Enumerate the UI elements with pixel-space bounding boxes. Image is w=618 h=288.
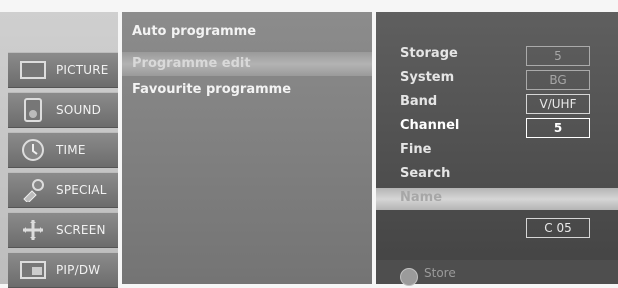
menu-item-screen[interactable]: SCREEN	[8, 212, 118, 248]
submenu-item-auto-programme[interactable]: Auto programme	[132, 24, 256, 39]
picture-icon	[18, 58, 48, 82]
menu-item-label: TIME	[56, 143, 86, 157]
detail-panel: Storage 5 System BG Band V/UHF Channel 5…	[376, 12, 618, 286]
menu-item-label: SOUND	[56, 103, 102, 117]
screen-icon	[18, 218, 48, 242]
search-label[interactable]: Search	[400, 166, 450, 181]
menu-item-time[interactable]: TIME	[8, 132, 118, 168]
channel-label: Channel	[400, 118, 460, 133]
menu-item-label: SCREEN	[56, 223, 106, 237]
time-icon	[18, 138, 48, 162]
tv-osd-menu: PICTURE SOUND TIME SPECIAL SCREEN PIP/DW…	[0, 0, 618, 288]
store-label[interactable]: Store	[424, 266, 456, 280]
sound-icon	[18, 98, 48, 122]
menu-item-label: SPECIAL	[56, 183, 107, 197]
system-label: System	[400, 70, 455, 85]
storage-value[interactable]: 5	[526, 46, 590, 66]
menu-item-sound[interactable]: SOUND	[8, 92, 118, 128]
name-value[interactable]: C 05	[526, 218, 590, 238]
submenu-item-programme-edit[interactable]: Programme edit	[132, 56, 251, 71]
menu-item-label: PICTURE	[56, 63, 109, 77]
system-value[interactable]: BG	[526, 70, 590, 90]
band-value[interactable]: V/UHF	[526, 94, 590, 114]
sub-menu-panel: Auto programme Programme edit Favourite …	[122, 12, 372, 284]
special-icon	[18, 178, 48, 202]
band-label: Band	[400, 94, 438, 109]
store-button-icon[interactable]	[400, 268, 418, 286]
menu-item-picture[interactable]: PICTURE	[8, 52, 118, 88]
pip-icon	[18, 258, 48, 282]
storage-label: Storage	[400, 46, 458, 61]
menu-item-special[interactable]: SPECIAL	[8, 172, 118, 208]
name-label[interactable]: Name	[400, 190, 442, 205]
submenu-item-favourite-programme[interactable]: Favourite programme	[132, 82, 291, 97]
channel-value[interactable]: 5	[526, 118, 590, 138]
main-menu-sidebar: PICTURE SOUND TIME SPECIAL SCREEN PIP/DW	[0, 12, 118, 288]
fine-label[interactable]: Fine	[400, 142, 431, 157]
menu-item-pipdw[interactable]: PIP/DW	[8, 252, 118, 288]
menu-item-label: PIP/DW	[56, 263, 101, 277]
